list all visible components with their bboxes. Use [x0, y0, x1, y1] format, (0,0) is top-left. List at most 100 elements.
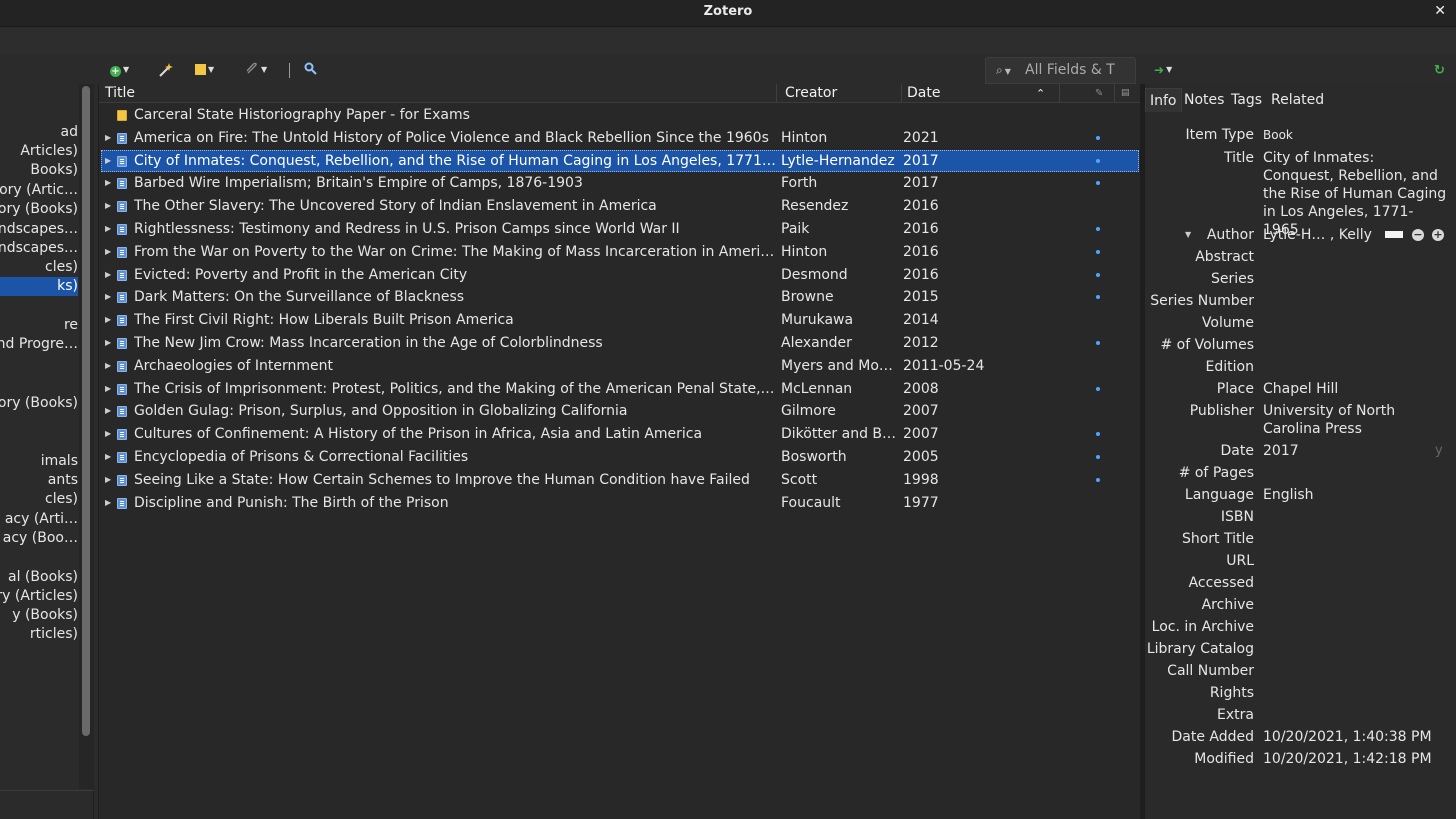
scrollbar-thumb[interactable]	[82, 86, 90, 736]
item-row[interactable]: ▶ Discipline and Punish: The Birth of the…	[101, 492, 1139, 514]
attachment-indicator-icon[interactable]	[1096, 341, 1100, 345]
column-picker-icon[interactable]: ▤	[1121, 84, 1130, 103]
go-to-button[interactable]: ➜ ▼	[1154, 62, 1172, 78]
new-note-button[interactable]: ▼	[195, 62, 214, 78]
field-value[interactable]: 10/20/2021, 1:42:18 PM	[1263, 750, 1443, 768]
expand-twisty-icon[interactable]: ▶	[105, 286, 111, 308]
author-expand-icon[interactable]: ▼	[1185, 226, 1191, 244]
expand-twisty-icon[interactable]: ▶	[105, 400, 111, 422]
attachment-indicator-icon[interactable]	[1096, 181, 1100, 186]
collection-item[interactable]: cles)	[0, 490, 78, 509]
tab-info[interactable]: Info	[1145, 88, 1182, 112]
expand-twisty-icon[interactable]: ▶	[105, 264, 111, 286]
attachment-indicator-icon[interactable]	[1096, 249, 1100, 254]
collection-item[interactable]: ndscapes…	[0, 239, 78, 258]
item-row[interactable]: ▶ The New Jim Crow: Mass Incarceration in…	[101, 332, 1139, 354]
item-row[interactable]: ▶ The First Civil Right: How Liberals Bui…	[101, 309, 1139, 331]
attachment-indicator-icon[interactable]	[1096, 295, 1100, 300]
item-row[interactable]: ▶ Evicted: Poverty and Profit in the Amer…	[101, 264, 1139, 286]
attachment-indicator-icon[interactable]	[1096, 432, 1100, 437]
field-value[interactable]: Book	[1263, 126, 1443, 144]
add-creator-icon[interactable]: +	[1432, 229, 1444, 241]
item-row[interactable]: ▶ Dark Matters: On the Surveillance of Bl…	[101, 286, 1139, 308]
collection-item[interactable]: ry (Articles)	[0, 587, 78, 606]
expand-twisty-icon[interactable]: ▶	[105, 378, 111, 400]
collection-item[interactable]: y (Books)	[0, 606, 78, 625]
field-value[interactable]: Lytle-H… , Kelly	[1263, 226, 1381, 244]
expand-twisty-icon[interactable]: ▶	[105, 127, 111, 149]
field-value[interactable]: English	[1263, 486, 1443, 504]
attachment-indicator-icon[interactable]	[1096, 227, 1100, 231]
column-divider[interactable]	[776, 84, 777, 103]
collection-item[interactable]: ks)	[0, 277, 78, 296]
field-value[interactable]: 10/20/2021, 1:40:38 PM	[1263, 728, 1443, 746]
item-row[interactable]: ▶ America on Fire: The Untold History of …	[101, 127, 1139, 149]
collection-item[interactable]: re	[0, 316, 78, 335]
attachment-indicator-icon[interactable]	[1096, 272, 1100, 277]
expand-twisty-icon[interactable]: ▶	[105, 195, 111, 217]
tab-notes[interactable]: Notes	[1180, 88, 1228, 112]
search-input[interactable]: ⌕ ▼ All Fields & T	[985, 57, 1136, 84]
expand-twisty-icon[interactable]: ▶	[105, 423, 111, 445]
attachments-column-icon[interactable]: ✎	[1095, 84, 1103, 103]
attachment-indicator-icon[interactable]	[1096, 135, 1100, 140]
collection-item[interactable]: ory (Books)	[0, 200, 78, 219]
collection-item[interactable]: acy (Arti…	[0, 510, 78, 529]
item-row[interactable]: ▶ Cultures of Confinement: A History of t…	[101, 423, 1139, 445]
item-row[interactable]: Carceral State Historiography Paper - fo…	[101, 104, 1139, 126]
item-row[interactable]: ▶ Encyclopedia of Prisons & Correctional …	[101, 446, 1139, 468]
item-row[interactable]: ▶ Golden Gulag: Prison, Surplus, and Oppo…	[101, 400, 1139, 422]
column-divider[interactable]	[901, 84, 902, 103]
collection-item[interactable]: ad	[0, 123, 78, 142]
close-icon[interactable]: ✕	[1434, 3, 1446, 19]
sync-button[interactable]: ↻	[1434, 62, 1445, 78]
column-header-creator[interactable]: Creator	[785, 84, 837, 103]
collection-item[interactable]: tory (Books)	[0, 394, 78, 413]
expand-twisty-icon[interactable]: ▶	[105, 446, 111, 468]
collection-item[interactable]: Articles)	[0, 142, 78, 161]
item-row[interactable]: ▶ From the War on Poverty to the War on C…	[101, 241, 1139, 263]
attachment-indicator-icon[interactable]	[1096, 455, 1100, 459]
column-divider[interactable]	[1059, 84, 1060, 103]
expand-twisty-icon[interactable]: ▶	[105, 150, 111, 172]
expand-twisty-icon[interactable]: ▶	[105, 172, 111, 194]
attachment-indicator-icon[interactable]	[1096, 477, 1100, 482]
column-header-date[interactable]: Date	[907, 84, 940, 103]
remove-creator-icon[interactable]: −	[1412, 229, 1424, 241]
expand-twisty-icon[interactable]: ▶	[105, 332, 111, 354]
tab-tags[interactable]: Tags	[1227, 88, 1266, 112]
item-row[interactable]: ▶ The Crisis of Imprisonment: Protest, Po…	[101, 378, 1139, 400]
expand-twisty-icon[interactable]: ▶	[105, 241, 111, 263]
item-row[interactable]: ▶ The Other Slavery: The Uncovered Story …	[101, 195, 1139, 217]
collection-item[interactable]: cles)	[0, 258, 78, 277]
collection-item[interactable]: ndscapes…	[0, 220, 78, 239]
item-row[interactable]: ▶ Rightlessness: Testimony and Redress in…	[101, 218, 1139, 240]
expand-twisty-icon[interactable]: ▶	[105, 309, 111, 331]
attachment-indicator-icon[interactable]	[1096, 158, 1100, 163]
field-value[interactable]: 2017	[1263, 442, 1443, 460]
item-row[interactable]: ▶ City of Inmates: Conquest, Rebellion, a…	[101, 149, 1139, 172]
item-row[interactable]: ▶ Seeing Like a State: How Certain Scheme…	[101, 469, 1139, 491]
expand-twisty-icon[interactable]: ▶	[105, 492, 111, 514]
name-mode-toggle[interactable]	[1385, 231, 1403, 238]
collection-item[interactable]: acy (Boo…	[0, 529, 78, 548]
column-header-title[interactable]: Title	[105, 84, 135, 103]
expand-twisty-icon[interactable]: ▶	[105, 355, 111, 377]
collections-scrollbar[interactable]	[79, 84, 94, 789]
add-attachment-button[interactable]: ▼	[245, 62, 267, 78]
search-mode-icon[interactable]: ⌕ ▼	[996, 63, 1011, 78]
collection-item[interactable]: imals	[0, 452, 78, 471]
collection-item[interactable]: ants	[0, 471, 78, 490]
attachment-indicator-icon[interactable]	[1096, 386, 1100, 391]
item-row[interactable]: ▶ Barbed Wire Imperialism; Britain's Empi…	[101, 172, 1139, 194]
column-divider[interactable]	[1114, 84, 1115, 103]
collection-item[interactable]: nd Progre…	[0, 335, 78, 354]
field-value[interactable]: Chapel Hill	[1263, 380, 1443, 398]
collection-item[interactable]: rticles)	[0, 625, 78, 644]
collection-item[interactable]: al (Books)	[0, 568, 78, 587]
add-by-identifier-button[interactable]	[157, 62, 173, 78]
locate-button[interactable]	[304, 62, 317, 78]
collection-item[interactable]: Books)	[0, 161, 78, 180]
expand-twisty-icon[interactable]: ▶	[105, 218, 111, 240]
field-value[interactable]: University of North Carolina Press	[1263, 402, 1413, 438]
